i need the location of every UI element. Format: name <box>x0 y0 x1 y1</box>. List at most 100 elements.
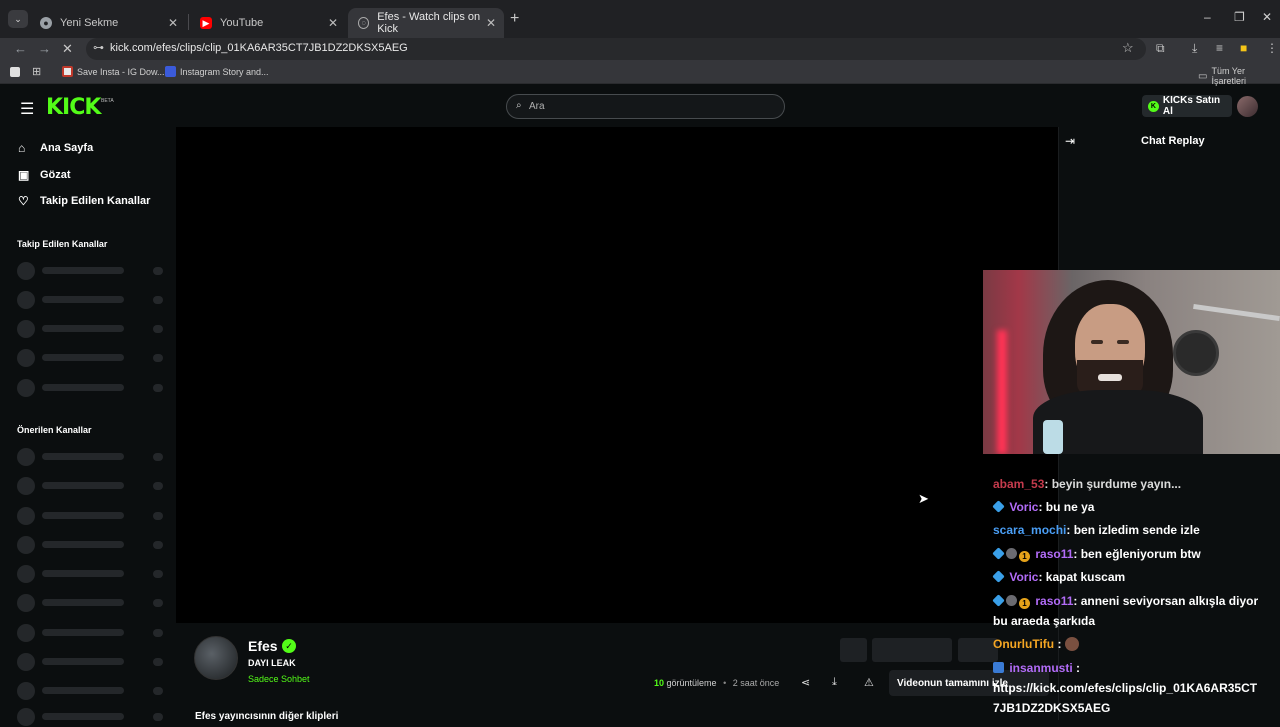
chat-link[interactable]: https://kick.com/efes/clips/clip_01KA6AR… <box>993 678 1257 698</box>
chat-message: Voric: bu ne ya <box>992 497 1094 517</box>
chat-username[interactable]: raso11 <box>1035 547 1073 561</box>
channel-skeleton <box>17 261 167 281</box>
sidebar-item-following[interactable]: ♡ Takip Edilen Kanallar <box>18 194 150 208</box>
beta-tag: BETA <box>101 98 114 104</box>
new-tab-icon[interactable]: + <box>510 10 519 28</box>
download-clip-icon[interactable]: ⤓ <box>832 676 837 689</box>
clip-title: DAYI LEAK <box>248 658 296 668</box>
sidebar-item-label: Ana Sayfa <box>40 142 94 154</box>
media-control-icon[interactable]: ≡ <box>1216 41 1223 55</box>
view-label: görüntüleme <box>666 678 717 688</box>
sidebar-item-home[interactable]: ⌂ Ana Sayfa <box>18 141 93 155</box>
bookmarks-bar: ⊞ Save Insta - IG Dow... Instagram Story… <box>0 62 1280 86</box>
channel-name[interactable]: Efes <box>248 638 278 654</box>
category-tag[interactable]: Sadece Sohbet <box>248 674 310 684</box>
tab-new-tab[interactable]: ● Yeni Sekme ✕ <box>30 8 186 38</box>
bookmark-save-insta[interactable]: Save Insta - IG Dow... <box>62 66 165 77</box>
channel-skeleton <box>17 593 167 613</box>
avatar[interactable] <box>1237 96 1258 117</box>
chat-username[interactable]: Voric <box>1009 570 1038 584</box>
instagram-story-icon <box>165 66 176 77</box>
chat-message: Voric: kapat kuscam <box>992 567 1125 587</box>
buy-kicks-button[interactable]: K KICKs Satın Al <box>1142 95 1232 117</box>
menu-kebab-icon[interactable]: ⋮ <box>1266 41 1278 55</box>
chat-message-continued: bu araeda şarkıda <box>993 611 1095 631</box>
chat-username[interactable]: scara_mochi <box>993 523 1066 537</box>
url-text[interactable]: kick.com/efes/clips/clip_01KA6AR35CT7JB1… <box>110 42 408 54</box>
all-bookmarks[interactable]: ▭ Tüm Yer İşaretleri <box>1198 66 1280 86</box>
emote-icon <box>1065 637 1080 651</box>
action-placeholder <box>958 638 998 662</box>
bookmark-label: Instagram Story and... <box>180 66 269 77</box>
close-icon[interactable]: ✕ <box>328 16 338 30</box>
minimize-icon[interactable]: – <box>1204 10 1211 24</box>
channel-avatar[interactable] <box>194 636 238 680</box>
browser-tab-bar: ⌄ ● Yeni Sekme ✕ ▶ YouTube ✕ ◌ Efes - Wa… <box>0 0 1280 38</box>
buy-kicks-label: KICKs Satın Al <box>1162 95 1221 117</box>
chat-message: 1 raso11: ben eğleniyorum btw <box>992 544 1201 564</box>
kick-logo[interactable]: KICK <box>46 95 101 120</box>
channel-skeleton <box>17 447 167 467</box>
followed-channels-heading: Takip Edilen Kanallar <box>17 239 108 249</box>
chat-text: bu araeda şarkıda <box>993 614 1096 628</box>
chat-username[interactable]: abam_53 <box>993 477 1044 491</box>
stop-loading-icon[interactable]: ✕ <box>62 41 73 57</box>
chat-text: : <box>1072 661 1081 675</box>
search-icon: ⌕ <box>516 100 522 111</box>
download-icon[interactable]: ⤓ <box>1192 41 1197 56</box>
extension-badge-icon[interactable]: ■ <box>1240 41 1247 55</box>
close-icon[interactable]: ✕ <box>486 16 496 30</box>
close-icon[interactable]: ✕ <box>168 16 178 30</box>
mouse-cursor-icon: ➤ <box>918 491 929 506</box>
bookmark-label: Save Insta - IG Dow... <box>77 66 165 77</box>
address-bar[interactable]: ⊶ kick.com/efes/clips/clip_01KA6AR35CT7J… <box>86 38 1146 60</box>
channel-skeleton <box>17 623 167 643</box>
chat-link-text[interactable]: 7JB1DZ2DKSX5AEG <box>993 701 1110 715</box>
chat-link-text[interactable]: https://kick.com/efes/clips/clip_01KA6AR… <box>993 681 1257 695</box>
chat-text: : beyin şurdume yayın... <box>1044 477 1182 491</box>
chat-username[interactable]: Voric <box>1009 500 1038 514</box>
tab-kick-clip[interactable]: ◌ Efes - Watch clips on Kick ✕ <box>348 8 504 38</box>
chat-username[interactable]: raso11 <box>1035 594 1073 608</box>
bookmark-instagram-story[interactable]: Instagram Story and... <box>165 66 269 77</box>
site-info-icon[interactable]: ⊶ <box>93 41 104 54</box>
collapse-chat-icon[interactable]: ⇥ <box>1065 134 1075 148</box>
apps-grid-icon[interactable]: ⊞ <box>32 65 41 78</box>
hamburger-menu-icon[interactable]: ☰ <box>20 99 34 119</box>
tab-label: YouTube <box>220 17 264 29</box>
sidebar-item-browse[interactable]: ▣ Gözat <box>18 168 71 182</box>
browser-nav-bar: ← → ✕ ⊶ kick.com/efes/clips/clip_01KA6AR… <box>0 38 1280 62</box>
recommended-channels-heading: Önerilen Kanallar <box>17 425 92 435</box>
search-placeholder: Ara <box>529 101 545 112</box>
sidebar: ⌂ Ana Sayfa ▣ Gözat ♡ Takip Edilen Kanal… <box>0 127 176 726</box>
share-icon[interactable]: ⋖ <box>801 676 810 689</box>
chat-username[interactable]: OnurluTifu <box>993 637 1054 651</box>
heart-icon: ♡ <box>18 194 29 208</box>
bookmark-star-icon[interactable]: ☆ <box>1122 40 1134 56</box>
extensions-icon[interactable]: ⧉ <box>1156 41 1165 56</box>
video-player[interactable] <box>176 127 1058 623</box>
chat-link-continued[interactable]: 7JB1DZ2DKSX5AEG <box>993 698 1110 718</box>
site-header: ☰ KICK BETA ⌕ Ara K KICKs Satın Al <box>0 86 1280 127</box>
tab-divider <box>188 14 189 30</box>
chat-message: abam_53: beyin şurdume yayın... <box>993 474 1181 494</box>
window-close-icon[interactable]: ✕ <box>1262 10 1272 24</box>
search-input[interactable]: ⌕ Ara <box>506 94 785 119</box>
back-icon[interactable]: ← <box>14 41 27 56</box>
sub-badge-icon <box>992 547 1005 560</box>
tab-youtube[interactable]: ▶ YouTube ✕ <box>190 8 346 38</box>
all-bookmarks-label: Tüm Yer İşaretleri <box>1211 66 1246 86</box>
forward-icon[interactable]: → <box>38 41 51 56</box>
channel-skeleton <box>17 348 167 368</box>
chat-message: scara_mochi: ben izledim sende izle <box>993 520 1200 540</box>
chat-text: : anneni seviyorsan alkışla diyor <box>1073 594 1259 608</box>
apps-square-icon[interactable] <box>10 67 20 77</box>
microphone-icon <box>1173 330 1219 376</box>
report-warning-icon[interactable]: ⚠ <box>864 676 874 689</box>
tab-search-dropdown-icon[interactable]: ⌄ <box>8 10 28 28</box>
chrome-icon: ● <box>40 17 52 29</box>
chat-title: Chat Replay <box>1141 135 1205 147</box>
chat-text: : ben eğleniyorum btw <box>1073 547 1201 561</box>
chat-username[interactable]: insanmusti <box>1009 661 1072 675</box>
maximize-icon[interactable]: ❐ <box>1234 10 1245 24</box>
